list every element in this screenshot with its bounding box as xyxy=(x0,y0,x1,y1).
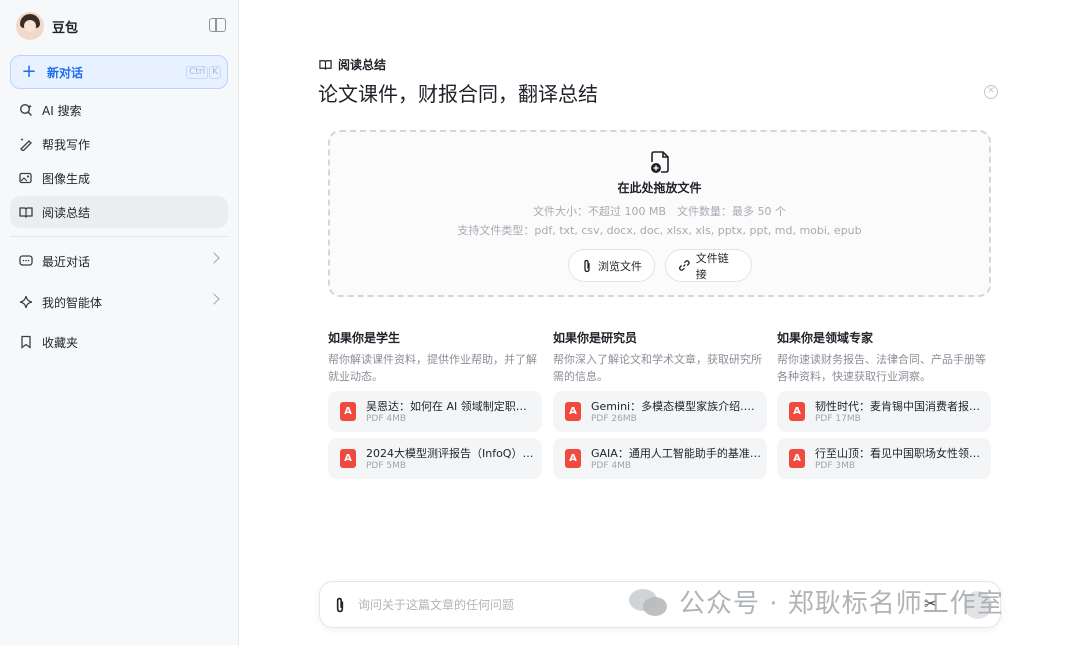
pen-icon xyxy=(19,137,33,151)
pdf-icon: A xyxy=(565,449,581,468)
pdf-icon: A xyxy=(340,402,356,421)
shortcut-key-ctrl: Ctrl xyxy=(186,66,209,79)
file-link-button[interactable]: 文件链接 xyxy=(665,249,752,282)
persona-column-expert: 如果你是领域专家 帮你速读财务报告、法律合同、产品手册等各种资料，快速获取行业洞… xyxy=(777,329,991,479)
column-title: 如果你是学生 xyxy=(328,331,401,345)
shortcut-hint: Ctrl K xyxy=(185,66,221,79)
file-meta: PDF 17MB xyxy=(815,414,861,424)
sidebar-item-image-gen[interactable]: 图像生成 xyxy=(10,162,228,194)
attach-icon[interactable] xyxy=(333,596,347,614)
file-meta: PDF 4MB xyxy=(366,414,407,424)
file-dropzone[interactable]: 在此处拖放文件 文件大小：不超过 100 MB 文件数量：最多 50 个 支持文… xyxy=(328,130,991,297)
file-name: 2024大模型测评报告（InfoQ）.pdf xyxy=(366,447,536,460)
pdf-icon: A xyxy=(789,449,805,468)
persona-column-student: 如果你是学生 帮你解读课件资料，提供作业帮助，并了解就业动态。 A 吴恩达：如何… xyxy=(328,329,542,479)
sidebar-item-recent-chats[interactable]: 最近对话 xyxy=(10,245,228,277)
sidebar-item-label: 阅读总结 xyxy=(42,205,91,220)
sidebar-divider xyxy=(10,236,228,237)
brand[interactable]: 豆包 xyxy=(16,10,78,42)
send-button[interactable] xyxy=(964,591,992,619)
pdf-icon: A xyxy=(789,402,805,421)
sidebar-item-writing[interactable]: 帮我写作 xyxy=(10,128,228,160)
file-name: GAIA：通用人工智能助手的基准.pdf xyxy=(591,447,761,460)
chat-input-box: ✂ xyxy=(319,581,1001,628)
persona-column-researcher: 如果你是研究员 帮你深入了解论文和学术文章，获取研究所需的信息。 A Gemin… xyxy=(553,329,767,479)
dropzone-title: 在此处拖放文件 xyxy=(617,181,702,195)
chat-bubble-icon xyxy=(19,254,33,268)
sidebar: 豆包 + 新对话 Ctrl K AI 搜索 帮我写作 图像生成 阅读总结 最近对… xyxy=(0,0,239,645)
sidebar-item-my-agents[interactable]: 我的智能体 xyxy=(10,286,228,318)
dropzone-limits: 文件大小：不超过 100 MB 文件数量：最多 50 个 xyxy=(532,205,786,218)
pdf-icon: A xyxy=(340,449,356,468)
file-name: Gemini：多模态模型家族介绍.pdf xyxy=(591,400,761,413)
file-name: 行至山顶：看见中国职场女性领导力.pdf xyxy=(815,447,985,460)
new-chat-label: 新对话 xyxy=(47,65,84,80)
column-desc: 帮你解读课件资料，提供作业帮助，并了解就业动态。 xyxy=(328,353,537,383)
sidebar-item-label: 收藏夹 xyxy=(42,335,79,350)
paperclip-icon xyxy=(584,259,590,272)
sidebar-item-label: 图像生成 xyxy=(42,171,91,186)
browse-files-label: 浏览文件 xyxy=(598,259,642,273)
avatar xyxy=(16,12,44,40)
book-icon xyxy=(319,60,332,70)
page-title: 论文课件，财报合同，翻译总结 xyxy=(318,82,598,106)
file-meta: PDF 26MB xyxy=(591,414,637,424)
column-desc: 帮你深入了解论文和学术文章，获取研究所需的信息。 xyxy=(553,353,762,383)
file-link-label: 文件链接 xyxy=(695,251,729,281)
sidebar-item-label: 我的智能体 xyxy=(42,295,103,310)
sample-file-card[interactable]: A GAIA：通用人工智能助手的基准.pdf PDF 4MB xyxy=(553,438,767,479)
shortcut-key-k: K xyxy=(209,66,221,79)
file-meta: PDF 5MB xyxy=(366,461,407,471)
new-chat-button[interactable]: + 新对话 Ctrl K xyxy=(10,55,228,89)
dropzone-types: 支持文件类型：pdf, txt, csv, docx, doc, xlsx, x… xyxy=(457,224,862,237)
sample-file-card[interactable]: A Gemini：多模态模型家族介绍.pdf PDF 26MB xyxy=(553,391,767,432)
close-icon[interactable]: ✕ xyxy=(984,85,998,99)
link-icon xyxy=(678,260,690,271)
bookmark-icon xyxy=(19,335,33,349)
scissors-icon[interactable]: ✂ xyxy=(924,594,937,613)
sidebar-toggle-icon[interactable] xyxy=(209,18,226,32)
sidebar-item-reading-summary[interactable]: 阅读总结 xyxy=(10,196,228,228)
chevron-right-icon xyxy=(208,252,220,264)
file-name: 吴恩达：如何在 AI 领域制定职业规划.pdf xyxy=(366,400,536,413)
column-desc: 帮你速读财务报告、法律合同、产品手册等各种资料，快速获取行业洞察。 xyxy=(777,353,986,383)
file-name: 韧性时代：麦肯锡中国消费者报告.pdf xyxy=(815,400,985,413)
section-label: 阅读总结 xyxy=(338,58,387,72)
file-meta: PDF 3MB xyxy=(815,461,856,471)
image-icon xyxy=(19,171,33,185)
sidebar-item-favorites[interactable]: 收藏夹 xyxy=(10,326,228,358)
sidebar-item-ai-search[interactable]: AI 搜索 xyxy=(10,94,228,126)
column-title: 如果你是领域专家 xyxy=(777,331,874,345)
pdf-icon: A xyxy=(565,402,581,421)
sample-file-card[interactable]: A 韧性时代：麦肯锡中国消费者报告.pdf PDF 17MB xyxy=(777,391,991,432)
file-meta: PDF 4MB xyxy=(591,461,632,471)
plus-icon: + xyxy=(21,61,37,82)
sparkle-icon xyxy=(19,295,33,309)
sidebar-item-label: 帮我写作 xyxy=(42,137,91,152)
question-input[interactable] xyxy=(358,595,898,615)
brand-name: 豆包 xyxy=(52,20,79,36)
chevron-right-icon xyxy=(208,293,220,305)
sample-file-card[interactable]: A 行至山顶：看见中国职场女性领导力.pdf PDF 3MB xyxy=(777,438,991,479)
sidebar-item-label: 最近对话 xyxy=(42,254,91,269)
book-icon xyxy=(19,205,33,219)
file-upload-icon xyxy=(651,151,669,173)
sample-file-card[interactable]: A 吴恩达：如何在 AI 领域制定职业规划.pdf PDF 4MB xyxy=(328,391,542,432)
column-title: 如果你是研究员 xyxy=(553,331,638,345)
sample-file-card[interactable]: A 2024大模型测评报告（InfoQ）.pdf PDF 5MB xyxy=(328,438,542,479)
ai-search-icon xyxy=(19,103,33,117)
section-tag: 阅读总结 xyxy=(319,56,386,73)
sidebar-item-label: AI 搜索 xyxy=(42,103,82,118)
browse-files-button[interactable]: 浏览文件 xyxy=(568,249,655,282)
